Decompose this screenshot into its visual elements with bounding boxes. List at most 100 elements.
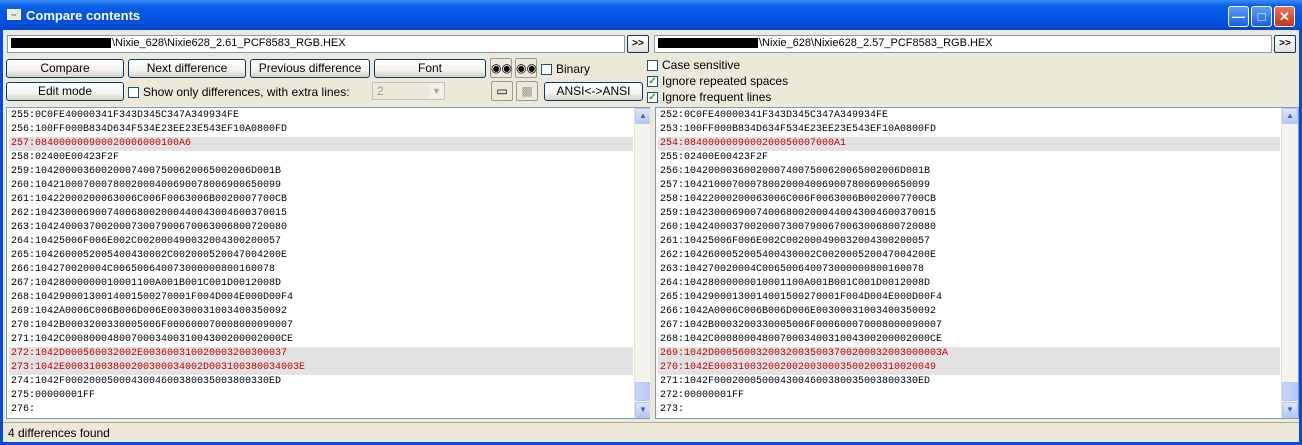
- binary-checkbox[interactable]: Binary: [541, 62, 590, 76]
- line-number: 263: [660, 264, 679, 275]
- text-line[interactable]: 269:1042A0006C006B006D006E00300031003400…: [9, 305, 633, 319]
- text-line[interactable]: 264:10425006F006E002C0020004900320043002…: [9, 235, 633, 249]
- chevron-down-icon: ▼: [429, 83, 444, 99]
- text-line[interactable]: 261:10422000200063006C006F0063006B002000…: [9, 193, 633, 207]
- scroll-thumb[interactable]: [635, 382, 651, 401]
- line-text: :100FF000B834D634F534E23EE23E543EF10A080…: [678, 124, 937, 135]
- line-number: 268: [11, 292, 30, 303]
- text-line[interactable]: 273:: [658, 403, 1280, 417]
- text-line[interactable]: 275:00000001FF: [9, 389, 633, 403]
- diff-line[interactable]: 270:1042E0003100320020020030003500200310…: [658, 361, 1280, 375]
- line-text: :02400E00423F2F: [678, 152, 769, 163]
- text-line[interactable]: 263:104270020004C00650064007300000080016…: [658, 263, 1280, 277]
- binoculars-icon[interactable]: ◉◉: [490, 58, 512, 78]
- minimize-button[interactable]: —: [1228, 6, 1249, 27]
- text-line[interactable]: 260:104240003700200073007900670063006800…: [658, 221, 1280, 235]
- left-browse-button[interactable]: >>: [627, 35, 649, 53]
- text-line[interactable]: 270:1042B0003200330005006F00060007000800…: [9, 319, 633, 333]
- right-file-path[interactable]: \Nixie_628\Nixie628_2.57_PCF8583_RGB.HEX: [654, 35, 1272, 53]
- text-line[interactable]: 268:10429000130014001500270001F004D004E0…: [9, 291, 633, 305]
- text-line[interactable]: 262:104230006900740068002000440043004600…: [9, 207, 633, 221]
- binary-label: Binary: [556, 62, 591, 76]
- line-text: :104210007000780020004006900780069006500…: [29, 180, 282, 191]
- text-line[interactable]: 259:104230006900740068002000440043004600…: [658, 207, 1280, 221]
- text-line[interactable]: 262:1042600052005400430002C0020005200470…: [658, 249, 1280, 263]
- text-line[interactable]: 259:104200003600200074007500620065002006…: [9, 165, 633, 179]
- text-line[interactable]: 271:1042C0008000480070003400310043002000…: [9, 333, 633, 347]
- text-line[interactable]: 255:0C0FE40000341F343D345C347A349934FE: [9, 109, 633, 123]
- title-bar[interactable]: ⇔ Compare contents — □ ✕: [0, 0, 1302, 30]
- text-line[interactable]: 260:104210007000780020004006900780069006…: [9, 179, 633, 193]
- line-text: :100FF000B834D634F534E23EE23E543EF10A080…: [29, 124, 288, 135]
- line-number: 276: [11, 404, 30, 415]
- close-button[interactable]: ✕: [1274, 6, 1295, 27]
- diff-line[interactable]: 269:1042D0005600320032003500370020003200…: [658, 347, 1280, 361]
- text-line[interactable]: 266:104270020004C00650064007300000080016…: [9, 263, 633, 277]
- left-text-pane[interactable]: 255:0C0FE40000341F343D345C347A349934FE 25…: [6, 107, 652, 419]
- text-line[interactable]: 265:10429000130014001500270001F004D004E0…: [658, 291, 1280, 305]
- compare-button[interactable]: Compare: [6, 59, 124, 78]
- binoculars-next-icon[interactable]: ◉◉: [515, 58, 537, 78]
- text-line[interactable]: 267:10428000000010001100A001B001C001D001…: [9, 277, 633, 291]
- line-text: :10422000200063006C006F0063006B002000770…: [678, 194, 937, 205]
- line-text: :10428000000010001100A001B001C001D001200…: [29, 278, 282, 289]
- line-number: 264: [11, 236, 30, 247]
- maximize-button[interactable]: □: [1251, 6, 1272, 27]
- text-line[interactable]: 256:100FF000B834D634F534E23EE23E543EF10A…: [9, 123, 633, 137]
- text-line[interactable]: 265:1042600052005400430002C0020005200470…: [9, 249, 633, 263]
- line-number: 253: [660, 124, 679, 135]
- text-line[interactable]: 276:: [9, 403, 633, 417]
- ansi-button[interactable]: ANSI<->ANSI: [544, 82, 643, 101]
- text-line[interactable]: 258:02400E00423F2F: [9, 151, 633, 165]
- layout-icon[interactable]: ▭: [491, 81, 513, 101]
- right-browse-button[interactable]: >>: [1274, 35, 1296, 53]
- next-difference-button[interactable]: Next difference: [128, 59, 246, 78]
- right-scrollbar[interactable]: ▲ ▼: [1281, 108, 1298, 418]
- text-line[interactable]: 267:1042B0003200330005006F00060007000800…: [658, 319, 1280, 333]
- case-sensitive-box[interactable]: [647, 59, 658, 71]
- diff-line[interactable]: 272:1042D000560032002E003600310020003200…: [9, 347, 633, 361]
- ignore-repeated-spaces-checkbox[interactable]: ✓ Ignore repeated spaces: [647, 74, 788, 88]
- edit-mode-button[interactable]: Edit mode: [6, 82, 124, 101]
- binary-checkbox-box[interactable]: [541, 63, 552, 75]
- case-sensitive-checkbox[interactable]: Case sensitive: [647, 58, 740, 72]
- text-line[interactable]: 272:00000001FF: [658, 389, 1280, 403]
- left-file-path[interactable]: \Nixie_628\Nixie628_2.61_PCF8583_RGB.HEX: [7, 35, 625, 53]
- line-text: :104230006900740068002000440043004600370…: [29, 208, 288, 219]
- line-number: 267: [660, 320, 679, 331]
- text-line[interactable]: 253:100FF000B834D634F534E23EE23E543EF10A…: [658, 123, 1280, 137]
- checkmark-icon[interactable]: ✓: [647, 75, 658, 87]
- text-line[interactable]: 271:1042F0002000500043004600380035003800…: [658, 375, 1280, 389]
- diff-line[interactable]: 257:084000000900020006000100A6: [9, 137, 633, 151]
- line-number: 256: [660, 166, 679, 177]
- text-line[interactable]: 261:10425006F006E002C0020004900320043002…: [658, 235, 1280, 249]
- scroll-thumb[interactable]: [1282, 382, 1298, 401]
- text-line[interactable]: 274:1042F0002000500043004600380035003800…: [9, 375, 633, 389]
- show-only-differences-checkbox[interactable]: Show only differences, with extra lines:: [128, 85, 350, 99]
- text-line[interactable]: 258:10422000200063006C006F0063006B002000…: [658, 193, 1280, 207]
- diff-line[interactable]: 273:1042E00031003800200300034002D0031003…: [9, 361, 633, 375]
- diff-line[interactable]: 254:0840000009000200050007000A1: [658, 137, 1280, 151]
- ignore-frequent-lines-checkbox[interactable]: ✓ Ignore frequent lines: [647, 90, 771, 104]
- scroll-down-icon[interactable]: ▼: [1282, 402, 1298, 418]
- line-number: 257: [11, 138, 30, 149]
- text-line[interactable]: 255:02400E00423F2F: [658, 151, 1280, 165]
- checkmark-icon[interactable]: ✓: [647, 91, 658, 103]
- line-text: :10425006F006E002C0020004900320043002000…: [29, 236, 282, 247]
- scroll-down-icon[interactable]: ▼: [635, 402, 651, 418]
- previous-difference-button[interactable]: Previous difference: [250, 59, 370, 78]
- line-text: :0C0FE40000341F343D345C347A349934FE: [678, 110, 889, 121]
- font-button[interactable]: Font: [374, 59, 486, 78]
- text-line[interactable]: 252:0C0FE40000341F343D345C347A349934FE: [658, 109, 1280, 123]
- text-line[interactable]: 256:104200003600200074007500620065002006…: [658, 165, 1280, 179]
- left-scrollbar[interactable]: ▲ ▼: [634, 108, 651, 418]
- scroll-up-icon[interactable]: ▲: [1282, 108, 1298, 124]
- text-line[interactable]: 264:10428000000010001100A001B001C001D001…: [658, 277, 1280, 291]
- right-text-pane[interactable]: 252:0C0FE40000341F343D345C347A349934FE 25…: [655, 107, 1299, 419]
- text-line[interactable]: 257:104210007000780020004006900780069006…: [658, 179, 1280, 193]
- text-line[interactable]: 268:1042C0008000480070003400310043002000…: [658, 333, 1280, 347]
- text-line[interactable]: 263:104240003700200073007900670063006800…: [9, 221, 633, 235]
- scroll-up-icon[interactable]: ▲: [635, 108, 651, 124]
- show-only-differences-box[interactable]: [128, 86, 139, 98]
- text-line[interactable]: 266:1042A0006C006B006D006E00300031003400…: [658, 305, 1280, 319]
